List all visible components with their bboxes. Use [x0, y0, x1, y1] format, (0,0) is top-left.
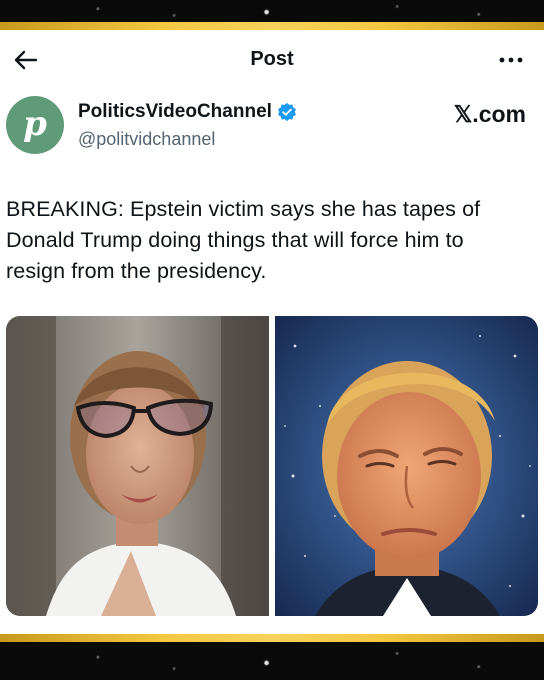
post-text-line: resign from the presidency. — [6, 259, 267, 283]
decorative-frame-bottom — [0, 642, 544, 680]
page-title: Post — [250, 48, 294, 70]
more-horizontal-icon — [499, 57, 523, 63]
avatar[interactable]: p — [6, 96, 64, 154]
decorative-frame-top — [0, 0, 544, 22]
post-body-text: BREAKING: Epstein victim says she has ta… — [6, 194, 536, 287]
post-card: Post p PoliticsVideoChannel @politvidcha… — [0, 30, 544, 634]
author-handle[interactable]: @politvidchannel — [78, 129, 215, 150]
post-header-bar: Post — [0, 30, 544, 90]
media-image-right[interactable] — [275, 316, 538, 616]
arrow-left-icon — [14, 50, 38, 70]
verified-badge-icon — [278, 102, 296, 122]
gold-border-bottom — [0, 634, 544, 642]
man-on-starry-background-photo — [275, 316, 538, 616]
author-display-name[interactable]: PoliticsVideoChannel — [78, 101, 272, 123]
back-button[interactable] — [10, 44, 42, 76]
x-logo-watermark: 𝕏.com — [453, 101, 526, 127]
post-text-line: Donald Trump doing things that will forc… — [6, 228, 464, 252]
more-options-button[interactable] — [496, 46, 526, 74]
woman-with-glasses-photo — [6, 316, 269, 616]
post-text-line: BREAKING: Epstein victim says she has ta… — [6, 197, 481, 221]
gold-border-top — [0, 22, 544, 30]
media-image-left[interactable] — [6, 316, 269, 616]
avatar-letter: p — [23, 104, 47, 144]
author-name-row: PoliticsVideoChannel — [78, 101, 297, 123]
